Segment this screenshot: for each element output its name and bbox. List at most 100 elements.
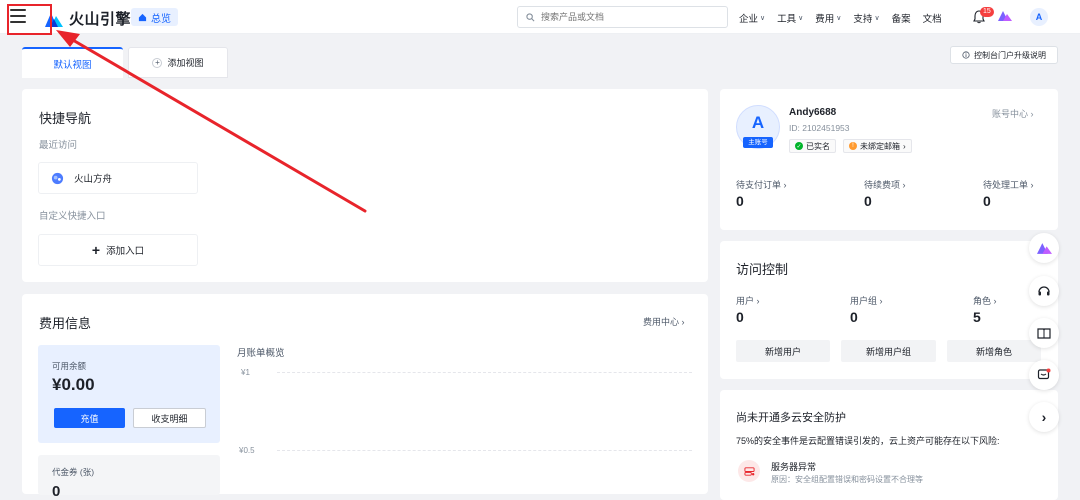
security-card: 尚未开通多云安全防护 75%的安全事件是云配置错误引发的，云上资产可能存在以下风…	[720, 390, 1058, 500]
access-control-title: 访问控制	[736, 262, 789, 277]
ark-icon	[51, 172, 64, 184]
nav-enterprise-label: 企业	[739, 14, 759, 25]
billing-center-link[interactable]: 费用中心 ›	[643, 315, 685, 328]
user-groups-label: 用户组	[850, 296, 878, 306]
logo-text: 火山引擎	[69, 11, 132, 28]
info-icon	[962, 51, 970, 59]
balance-value: ¥0.00	[52, 375, 95, 394]
email-unbound-label: 未绑定邮箱	[860, 141, 900, 151]
tab-add-view-label: 添加视图	[167, 58, 204, 68]
quick-nav-card: 快捷导航 最近访问 火山方舟 自定义快捷入口 + 添加入口	[22, 89, 708, 282]
plus-icon: +	[152, 57, 163, 68]
headset-icon	[1038, 286, 1050, 296]
chevron-down-icon: ∨	[798, 15, 804, 22]
pending-renewals-label: 待续费项	[864, 180, 901, 190]
recent-label: 最近访问	[39, 140, 78, 151]
transactions-button[interactable]: 收支明细	[133, 408, 206, 428]
pending-orders-value: 0	[736, 193, 744, 209]
add-entry-button[interactable]: + 添加入口	[38, 234, 198, 266]
nav-tools[interactable]: 工具 ∨	[777, 11, 803, 25]
nav-billing[interactable]: 费用 ∨	[815, 11, 841, 25]
account-center-link[interactable]: 账号中心 ›	[992, 107, 1034, 120]
users-label: 用户	[736, 296, 755, 306]
user-groups-link[interactable]: 用户组 ›	[850, 294, 883, 307]
home-icon	[138, 13, 147, 21]
add-user-button[interactable]: 新增用户	[736, 340, 830, 362]
recharge-button[interactable]: 充值	[54, 408, 125, 428]
float-support-button[interactable]	[1029, 276, 1059, 306]
ai-assistant-icon[interactable]	[998, 10, 1012, 22]
shortcut-ark[interactable]: 火山方舟	[38, 162, 198, 194]
nav-enterprise[interactable]: 企业 ∨	[739, 11, 765, 25]
float-ai-button[interactable]	[1029, 233, 1059, 263]
pending-tickets-label: 待处理工单	[983, 180, 1029, 190]
roles-link[interactable]: 角色 ›	[973, 294, 997, 307]
pending-renewals-link[interactable]: 待续费项 ›	[864, 178, 906, 191]
logo[interactable]: 火山引擎	[45, 8, 131, 29]
verified-label: 已实名	[806, 141, 830, 151]
chevron-right-icon: ›	[681, 317, 685, 327]
nav-docs[interactable]: 文档	[923, 11, 942, 25]
balance-label: 可用余额	[52, 361, 87, 371]
float-expand-button[interactable]: ›	[1029, 402, 1059, 432]
float-docs-button[interactable]	[1029, 318, 1059, 348]
add-user-group-button[interactable]: 新增用户组	[841, 340, 936, 362]
account-role-badge: 主账号	[743, 137, 773, 148]
notification-badge: 15	[980, 7, 994, 17]
security-item-desc: 原因：安全组配置错误和密码设置不合理等	[771, 475, 923, 484]
nav-filing[interactable]: 备案	[892, 11, 911, 25]
email-unbound-tag[interactable]: ! 未绑定邮箱 ›	[843, 139, 912, 153]
pending-renewals-value: 0	[864, 193, 872, 209]
pending-orders-link[interactable]: 待支付订单 ›	[736, 178, 787, 191]
top-nav: 企业 ∨ 工具 ∨ 费用 ∨ 支持 ∨ 备案 文档	[739, 11, 942, 25]
nav-support-label: 支持	[853, 14, 873, 25]
chevron-right-icon: ›	[903, 141, 906, 151]
tab-default-view[interactable]: 默认视图	[22, 47, 123, 78]
y-tick-0-5: ¥0.5	[239, 446, 255, 455]
billing-card: 费用信息 费用中心 › 可用余额 ¥0.00 充值 收支明细 代金券 (张) 0…	[22, 294, 708, 500]
nav-support[interactable]: 支持 ∨	[853, 11, 879, 25]
verified-tag: ✓ 已实名	[789, 139, 836, 153]
gridline	[277, 450, 692, 451]
upgrade-notice-button[interactable]: 控制台门户升级说明	[950, 46, 1058, 64]
search-input[interactable]	[541, 12, 721, 22]
add-entry-label: 添加入口	[106, 246, 145, 257]
ai-assistant-icon	[1036, 242, 1052, 254]
pending-tickets-value: 0	[983, 193, 991, 209]
users-link[interactable]: 用户 ›	[736, 294, 760, 307]
pending-tickets-link[interactable]: 待处理工单 ›	[983, 178, 1034, 191]
monthly-bill-title: 月账单概览	[237, 348, 285, 359]
warning-icon: !	[849, 142, 857, 150]
check-icon: ✓	[795, 142, 803, 150]
chevron-down-icon: ∨	[760, 15, 766, 22]
chevron-right-icon: ›	[1041, 409, 1047, 425]
coupon-label: 代金券 (张)	[52, 467, 95, 477]
account-avatar-letter: A	[751, 113, 765, 132]
nav-billing-label: 费用	[815, 14, 835, 25]
top-bar: 火山引擎 总览 企业∨ 工具∨ 费用∨ 支持∨ 备案 文档 15 A	[0, 0, 1080, 34]
access-control-card: 访问控制 用户 › 0 用户组 › 0 角色 › 5 新增用户 新增用户组 新增…	[720, 241, 1058, 379]
security-desc: 75%的安全事件是云配置错误引发的，云上资产可能存在以下风险:	[736, 436, 1000, 446]
quick-nav-title: 快捷导航	[39, 111, 92, 126]
account-username: Andy6688	[789, 107, 837, 118]
feedback-icon	[1037, 368, 1051, 380]
search-box[interactable]	[517, 6, 728, 28]
account-avatar: A 主账号	[736, 105, 780, 149]
security-item-title: 服务器异常	[771, 462, 817, 472]
roles-label: 角色	[973, 296, 992, 306]
book-icon	[1037, 328, 1051, 339]
add-role-button[interactable]: 新增角色	[947, 340, 1041, 362]
billing-center-label: 费用中心	[643, 317, 680, 327]
billing-title: 费用信息	[39, 316, 92, 331]
user-groups-value: 0	[850, 309, 858, 325]
chevron-down-icon: ∨	[836, 15, 842, 22]
overview-tab-label: 总览	[151, 13, 171, 25]
float-feedback-button[interactable]	[1029, 360, 1059, 390]
search-icon	[526, 12, 535, 21]
overview-tab[interactable]: 总览	[131, 8, 178, 26]
plus-icon: +	[91, 242, 101, 258]
coupon-value: 0	[52, 483, 61, 500]
user-avatar[interactable]: A	[1030, 8, 1048, 26]
custom-label: 自定义快捷入口	[39, 211, 106, 222]
tab-add-view[interactable]: + 添加视图	[128, 47, 228, 78]
